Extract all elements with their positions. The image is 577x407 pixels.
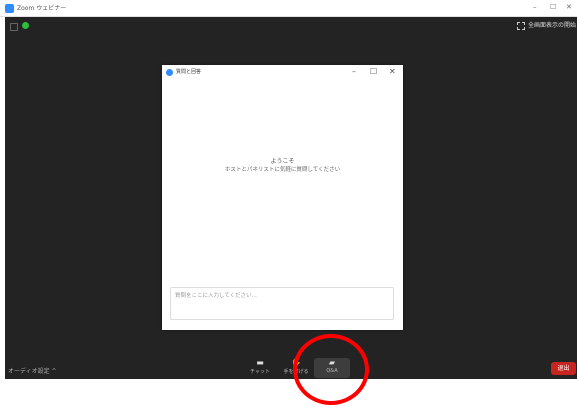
leave-button[interactable]: 退出 [551,362,576,375]
chat-icon: ▬ [256,358,264,367]
chat-button[interactable]: ▬ チャット [242,358,278,378]
window-titlebar: Zoom ウェビナー – ☐ ✕ [0,0,577,17]
audio-settings-label: オーディオ設定 [8,368,50,375]
shield-icon[interactable] [10,23,18,31]
zoom-dialog-icon [166,69,173,76]
welcome-subtext: ホストとパネリストに気軽に質問してください [224,167,341,173]
welcome-heading: ようこそ [270,158,295,165]
fullscreen-button[interactable]: 全画面表示の開始 [516,21,576,31]
dialog-close-button[interactable]: ✕ [389,67,396,77]
encryption-status-icon[interactable] [22,22,29,29]
chat-label: チャット [250,369,270,375]
dialog-minimize-button[interactable]: – [352,67,356,77]
fullscreen-icon [516,21,525,30]
zoom-app-icon [5,4,14,13]
qa-dialog-title: 質問と回答 [176,69,202,75]
window-close-button[interactable]: ✕ [566,3,572,12]
window-minimize-button[interactable]: – [533,3,537,12]
qa-dialog: 質問と回答 – ☐ ✕ ようこそ ホストとパネリストに気軽に質問してください 質… [162,65,403,330]
audio-settings-button[interactable]: オーディオ設定 ^ [8,366,57,375]
fullscreen-label: 全画面表示の開始 [527,22,576,29]
dialog-maximize-button[interactable]: ☐ [370,67,377,77]
chevron-up-icon: ^ [51,368,57,375]
question-input[interactable]: 質問をここに入力してください... [170,287,394,320]
window-title: Zoom ウェビナー [17,5,67,12]
highlight-circle [293,334,369,405]
window-maximize-button[interactable]: ☐ [550,3,556,12]
